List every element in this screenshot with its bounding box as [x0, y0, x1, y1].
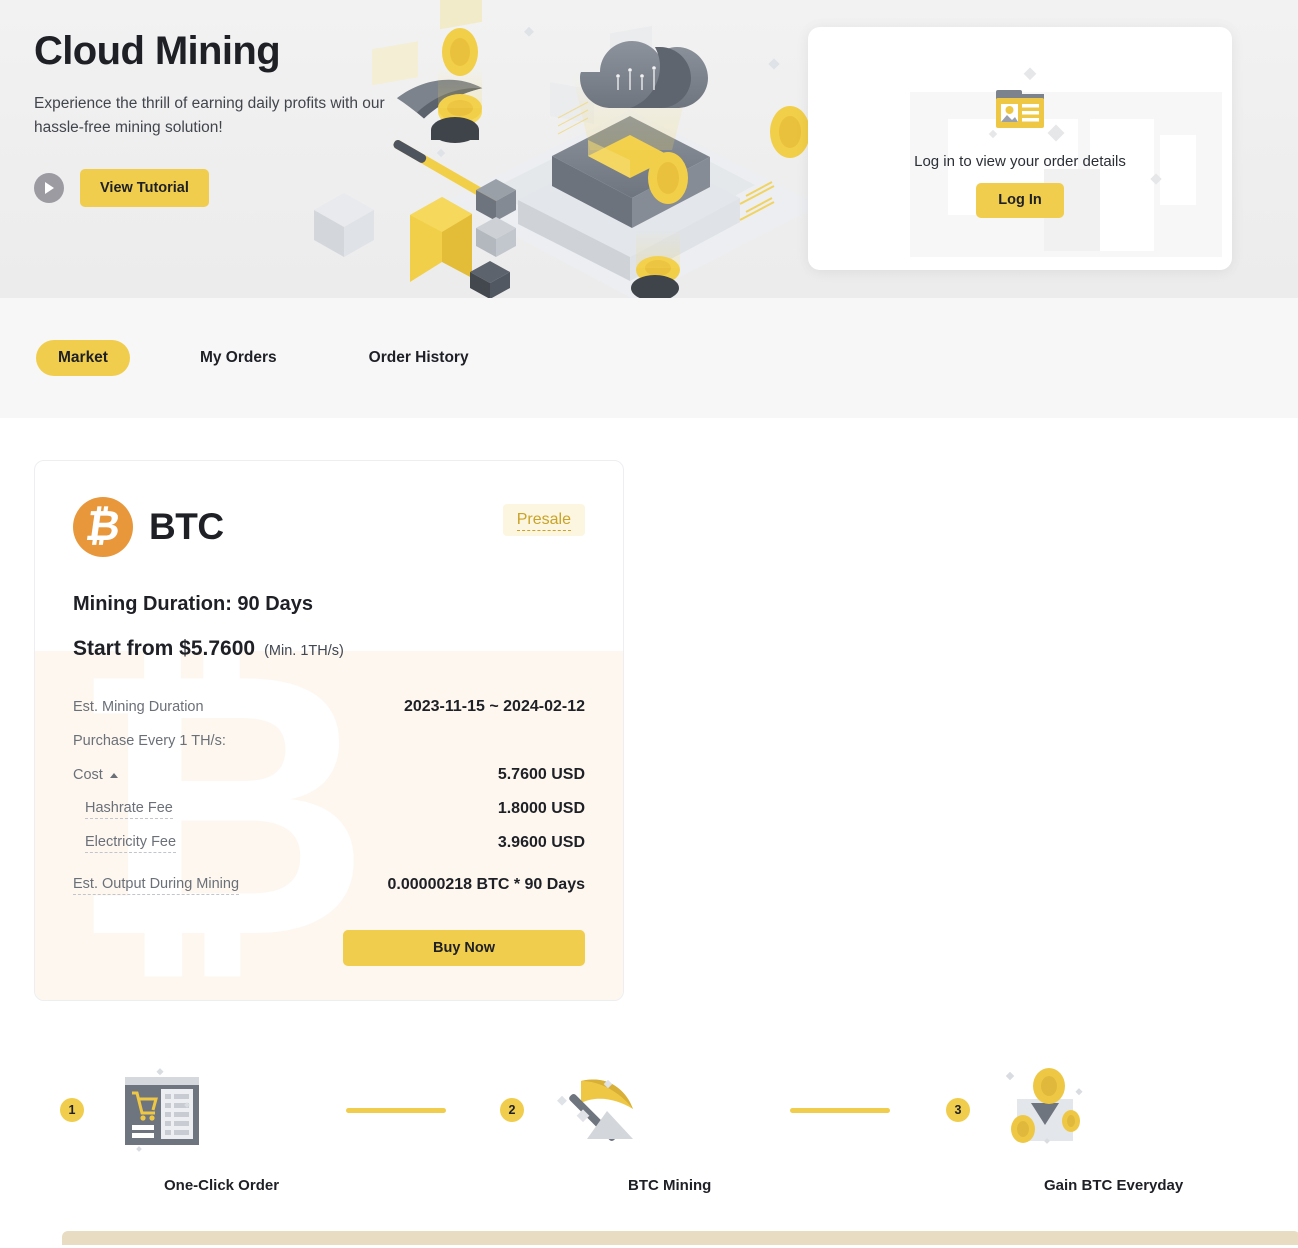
step-3: 3 [946, 1060, 1102, 1160]
product-detail-rows: Est. Mining Duration 2023-11-15 ~ 2024-0… [73, 690, 585, 902]
min-hashrate: (Min. 1TH/s) [264, 643, 344, 659]
step-connector-1-2 [346, 1107, 446, 1113]
step-label-3: Gain BTC Everyday [1044, 1177, 1184, 1194]
main-content: ₿ ₿ BTC Presale Mining Duration: 90 Days… [0, 418, 1298, 1245]
step-track: 1 2 3 [34, 1045, 1298, 1175]
bottom-accent-bar [62, 1231, 1298, 1245]
row-purchase-every: Purchase Every 1 TH/s: [73, 724, 585, 758]
hero-content: Cloud Mining Experience the thrill of ea… [34, 28, 454, 208]
bitcoin-icon: ₿ [73, 497, 133, 557]
how-it-works-steps: 1 2 3 One-Click Order BTC Mining Gain BT… [34, 1045, 1298, 1245]
login-card: Log in to view your order details Log In [808, 27, 1232, 270]
step-number: 2 [500, 1098, 524, 1122]
page-title: Cloud Mining [34, 29, 281, 73]
tab-bar: Market My Orders Order History [0, 298, 1298, 418]
row-est-output: Est. Output During Mining 0.00000218 BTC… [73, 868, 585, 902]
hero-cta-row: View Tutorial [34, 169, 454, 208]
row-value: 5.7600 USD [497, 766, 585, 783]
row-electricity-fee: Electricity Fee 3.9600 USD [73, 826, 585, 860]
step-label-2: BTC Mining [628, 1177, 712, 1194]
hero-subtitle: Experience the thrill of earning daily p… [34, 95, 385, 136]
mining-duration-headline: Mining Duration: 90 Days [73, 593, 314, 615]
start-price: Start from $5.7600 [73, 637, 256, 660]
product-card-btc: ₿ ₿ BTC Presale Mining Duration: 90 Days… [34, 460, 624, 1001]
row-label[interactable]: Hashrate Fee [85, 800, 173, 819]
play-icon[interactable] [34, 173, 64, 204]
row-value: 1.8000 USD [497, 800, 585, 817]
login-card-content: Log in to view your order details Log In [808, 27, 1232, 270]
tab-my-orders[interactable]: My Orders [178, 340, 299, 376]
step-number: 1 [60, 1098, 84, 1122]
step-number: 3 [946, 1098, 970, 1122]
buy-now-button[interactable]: Buy Now [343, 930, 585, 966]
status-badge: Presale [502, 504, 585, 536]
login-prompt-text: Log in to view your order details [914, 152, 1126, 170]
status-badge-label: Presale [516, 511, 571, 531]
step-2: 2 [500, 1060, 656, 1160]
tab-market[interactable]: Market [36, 340, 130, 376]
row-est-mining-duration: Est. Mining Duration 2023-11-15 ~ 2024-0… [73, 690, 585, 724]
chevron-up-icon[interactable] [109, 772, 118, 778]
product-card-header: ₿ BTC Presale [73, 497, 585, 557]
row-label[interactable]: Est. Output During Mining [73, 876, 240, 895]
row-label[interactable]: Electricity Fee [85, 834, 177, 853]
row-cost[interactable]: Cost 5.7600 USD [73, 758, 585, 792]
step-label-1: One-Click Order [164, 1177, 280, 1194]
step-connector-2-3 [790, 1107, 890, 1113]
hero-banner: Cloud Mining Experience the thrill of ea… [0, 0, 1298, 298]
row-spacer [73, 860, 585, 868]
step-1: 1 [60, 1060, 216, 1160]
row-value: 3.9600 USD [497, 834, 585, 851]
row-label: Purchase Every 1 TH/s: [73, 733, 226, 749]
row-hashrate-fee: Hashrate Fee 1.8000 USD [73, 792, 585, 826]
log-in-button[interactable]: Log In [976, 182, 1064, 218]
row-label: Est. Mining Duration [73, 699, 204, 715]
tab-order-history[interactable]: Order History [347, 340, 491, 376]
product-card-body: ₿ BTC Presale Mining Duration: 90 Days S… [73, 497, 585, 966]
coin-name: BTC [149, 506, 224, 547]
step-labels: One-Click Order BTC Mining Gain BTC Ever… [34, 1177, 1298, 1217]
id-card-folder-icon [992, 84, 1048, 139]
order-list-cart-icon [106, 1060, 216, 1160]
row-value: 0.00000218 BTC * 90 Days [387, 876, 585, 893]
view-tutorial-button[interactable]: View Tutorial [80, 169, 209, 208]
start-price-line: Start from $5.7600 (Min. 1TH/s) [73, 637, 585, 661]
pickaxe-mining-icon [546, 1060, 656, 1160]
row-label: Cost [73, 767, 118, 783]
row-value: 2023-11-15 ~ 2024-02-12 [403, 698, 585, 715]
coins-envelope-icon [992, 1060, 1102, 1160]
bitcoin-glyph: ₿ [82, 501, 124, 550]
